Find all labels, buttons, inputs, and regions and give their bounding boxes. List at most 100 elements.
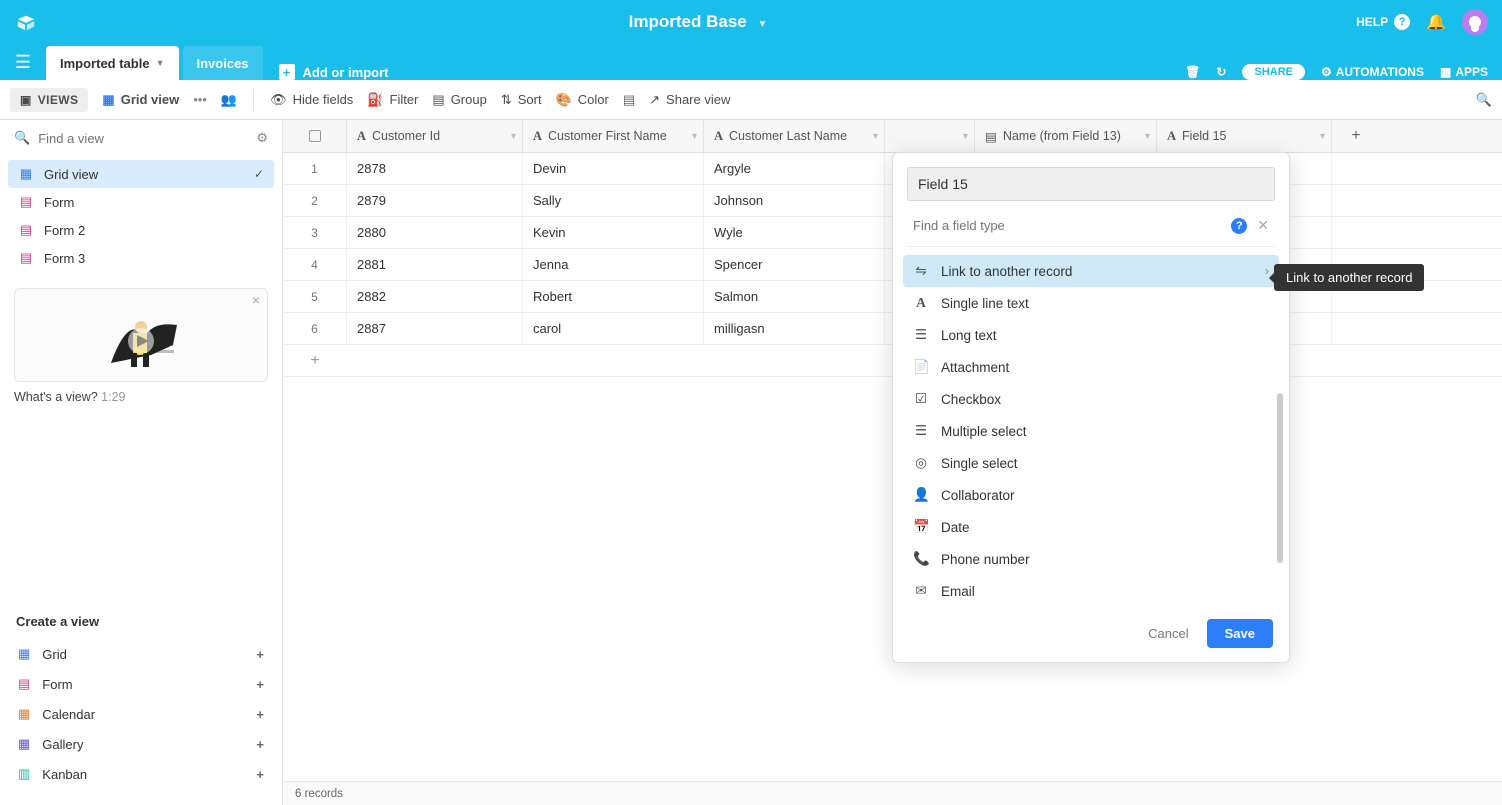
field-type-attachment[interactable]: 📄 Attachment [903,351,1279,383]
create-gallery[interactable]: ▦ Gallery + [16,729,266,759]
add-or-import-button[interactable]: + Add or import [279,64,389,80]
col-field-15[interactable]: A Field 15 ▾ [1157,120,1332,152]
promo-video[interactable] [14,288,268,382]
col-unnamed[interactable]: ▾ [885,120,975,152]
filter-button[interactable]: ⛽ Filter [367,92,418,108]
current-view[interactable]: ▦ Grid view [102,92,179,108]
hide-fields-button[interactable]: 👁 Hide fields [270,92,353,108]
collaborators-icon[interactable]: 👥 [221,92,237,108]
view-item-grid[interactable]: ▦ Grid view ✓ [8,160,274,188]
field-type-collaborator[interactable]: 👤 Collaborator [903,479,1279,511]
apps-button[interactable]: ▦ APPS [1440,65,1488,79]
field-name-input[interactable] [907,167,1275,201]
chevron-down-icon[interactable]: ▾ [873,131,878,142]
group-button[interactable]: ▤ Group [432,92,486,108]
chevron-down-icon[interactable]: ▾ [692,131,697,142]
col-first-name[interactable]: A Customer First Name ▾ [523,120,704,152]
view-item-form[interactable]: ▤ Form [8,188,274,216]
save-button[interactable]: Save [1207,619,1273,648]
automations-button[interactable]: ⚙ AUTOMATIONS [1321,65,1424,79]
create-calendar[interactable]: ▦ Calendar + [16,699,266,729]
chevron-down-icon[interactable]: ▾ [511,131,516,142]
gear-icon[interactable]: ⚙ [256,130,268,146]
notifications-icon[interactable]: 🔔 [1426,12,1446,32]
view-item-form3[interactable]: ▤ Form 3 [8,244,274,272]
sort-button[interactable]: ⇅ Sort [501,92,542,108]
field-type-long-text[interactable]: ☰ Long text [903,319,1279,351]
chevron-down-icon[interactable]: ▾ [1145,131,1150,142]
cell-last-name[interactable]: milligasn [704,313,885,344]
form-icon: ▤ [18,676,30,692]
cell-first-name[interactable]: Sally [523,185,704,216]
help-link[interactable]: HELP ? [1356,14,1410,30]
caret-down-icon: ▼ [757,19,767,30]
field-type-date[interactable]: 📅 Date [903,511,1279,543]
history-icon[interactable]: ↻ [1216,65,1226,79]
close-icon[interactable]: ✕ [1257,217,1269,234]
col-name-from-field13[interactable]: ▤ Name (from Field 13) ▾ [975,120,1157,152]
field-type-single-line[interactable]: A Single line text [903,287,1279,319]
field-type-phone[interactable]: 📞 Phone number [903,543,1279,575]
field-type-search-input[interactable] [913,218,1221,233]
tab-label: Invoices [197,56,249,71]
share-button[interactable]: SHARE [1242,64,1305,80]
cell-last-name[interactable]: Argyle [704,153,885,184]
cell-customer-id[interactable]: 2887 [347,313,523,344]
close-icon[interactable]: × [252,292,260,308]
share-view-label: Share view [666,92,730,107]
create-kanban[interactable]: ▥ Kanban + [16,759,266,789]
help-icon: ? [1394,14,1410,30]
cancel-button[interactable]: Cancel [1148,626,1188,641]
create-grid[interactable]: ▦ Grid + [16,639,266,669]
view-label: Form 3 [44,251,85,266]
trash-icon[interactable]: 🗑 [1185,65,1200,79]
cell-first-name[interactable]: Kevin [523,217,704,248]
ft-label: Date [941,520,970,535]
table-tab-imported-table[interactable]: Imported table ▼ [46,46,179,80]
view-item-form2[interactable]: ▤ Form 2 [8,216,274,244]
col-customer-id[interactable]: A Customer Id ▾ [347,120,523,152]
search-icon[interactable]: 🔍 [1476,92,1492,108]
app-logo-icon[interactable] [12,8,40,36]
color-button[interactable]: 🎨 Color [556,92,609,108]
field-type-multi-select[interactable]: ☰ Multiple select [903,415,1279,447]
view-options-icon[interactable]: ••• [193,92,207,107]
col-last-name[interactable]: A Customer Last Name ▾ [704,120,885,152]
chevron-down-icon[interactable]: ▾ [963,131,968,142]
share-icon: ↗ [649,92,660,108]
field-type-email[interactable]: ✉ Email [903,575,1279,601]
base-title[interactable]: Imported Base ▼ [40,12,1356,32]
field-type-link-record[interactable]: ⇋ Link to another record › [903,255,1279,287]
view-search-input[interactable] [38,131,248,146]
cell-customer-id[interactable]: 2882 [347,281,523,312]
help-icon[interactable]: ? [1231,218,1247,234]
cell-customer-id[interactable]: 2878 [347,153,523,184]
cell-first-name[interactable]: Devin [523,153,704,184]
user-avatar[interactable] [1462,9,1488,35]
cell-customer-id[interactable]: 2881 [347,249,523,280]
table-tab-invoices[interactable]: Invoices [183,46,263,80]
cell-last-name[interactable]: Wyle [704,217,885,248]
ft-label: Long text [941,328,997,343]
cell-last-name[interactable]: Johnson [704,185,885,216]
field-type-checkbox[interactable]: ☑ Checkbox [903,383,1279,415]
scrollbar-thumb[interactable] [1277,393,1283,563]
sort-label: Sort [518,92,542,107]
select-all-cell[interactable] [283,120,347,152]
cell-first-name[interactable]: Jenna [523,249,704,280]
views-button[interactable]: ▣ VIEWS [10,88,88,112]
create-form[interactable]: ▤ Form + [16,669,266,699]
add-column-button[interactable]: + [1332,120,1380,152]
cell-last-name[interactable]: Salmon [704,281,885,312]
share-view-button[interactable]: ↗ Share view [649,92,730,108]
chevron-down-icon[interactable]: ▾ [1320,131,1325,142]
cell-last-name[interactable]: Spencer [704,249,885,280]
cell-customer-id[interactable]: 2879 [347,185,523,216]
app-header: Imported Base ▼ HELP ? 🔔 [0,0,1502,44]
menu-icon[interactable]: ☰ [0,44,46,80]
cell-customer-id[interactable]: 2880 [347,217,523,248]
cell-first-name[interactable]: Robert [523,281,704,312]
cell-first-name[interactable]: carol [523,313,704,344]
field-type-single-select[interactable]: ◎ Single select [903,447,1279,479]
row-height-icon[interactable]: ▤ [623,92,635,108]
